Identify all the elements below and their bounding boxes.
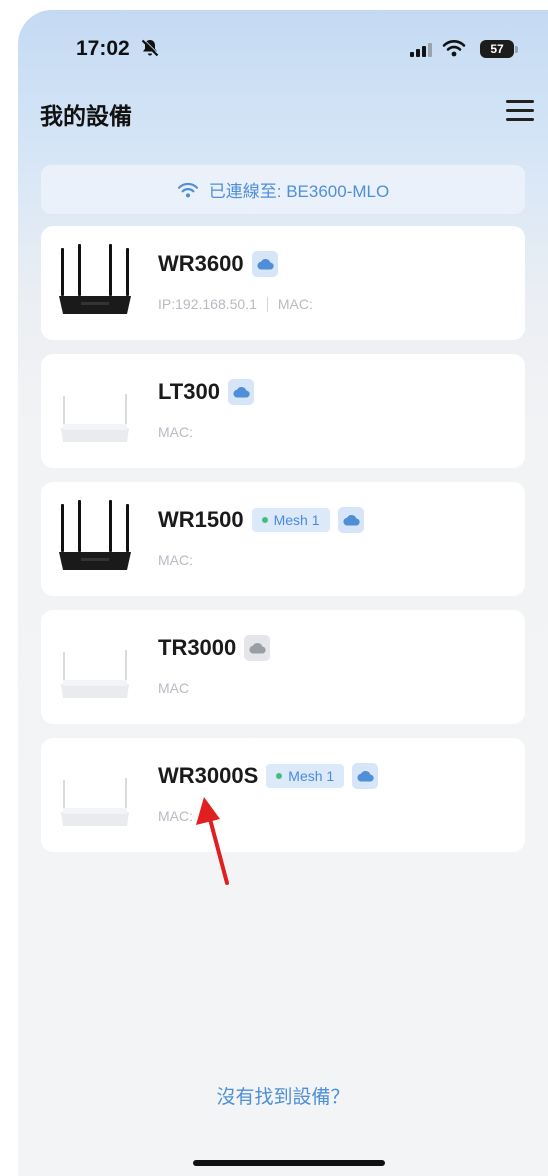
wifi-status-icon xyxy=(442,40,466,57)
mesh-status-dot xyxy=(276,773,283,779)
device-name-row: WR3600 xyxy=(158,251,278,277)
phone-screen: 17:02 57 我的設備 已連線至: BE3600-MLO WR3600 IP… xyxy=(18,10,548,1176)
router-image xyxy=(59,500,131,570)
divider xyxy=(266,296,268,312)
cloud-status-badge xyxy=(251,251,278,277)
mesh-label: Mesh 1 xyxy=(273,512,320,528)
cloud-status-badge xyxy=(337,507,364,533)
cloud-icon xyxy=(342,514,360,526)
device-name: LT300 xyxy=(158,379,220,404)
connection-banner: 已連線至: BE3600-MLO xyxy=(41,165,525,214)
device-info: MAC: xyxy=(158,808,193,824)
router-image xyxy=(61,394,129,442)
device-mac: MAC xyxy=(158,680,190,696)
device-name-row: WR3000S Mesh 1 xyxy=(158,763,379,789)
device-mac: MAC: xyxy=(158,808,193,824)
cloud-status-badge xyxy=(227,379,254,405)
device-name: WR1500 xyxy=(158,507,244,532)
device-name: TR3000 xyxy=(158,635,237,660)
device-mac: MAC: xyxy=(158,552,193,568)
device-card[interactable]: WR3000S Mesh 1 MAC: xyxy=(41,738,525,852)
device-info: MAC xyxy=(158,680,189,696)
router-image xyxy=(61,778,129,826)
device-image xyxy=(55,244,135,322)
device-image xyxy=(55,500,135,578)
router-image xyxy=(59,244,131,314)
cloud-status-badge xyxy=(244,635,271,661)
router-image xyxy=(61,650,129,698)
device-name: WR3600 xyxy=(158,251,244,276)
battery-tip xyxy=(515,46,518,53)
annotation-arrow xyxy=(196,797,229,885)
device-name: WR3000S xyxy=(158,763,259,788)
cloud-icon xyxy=(249,642,266,654)
device-image xyxy=(55,756,135,834)
menu-button[interactable] xyxy=(506,100,534,122)
device-card[interactable]: TR3000 MAC xyxy=(41,610,525,724)
device-ip: IP:192.168.50.1 xyxy=(158,296,257,312)
device-image xyxy=(55,372,135,450)
cellular-signal-icon xyxy=(410,43,432,57)
device-info: MAC: xyxy=(158,424,193,440)
device-card[interactable]: LT300 MAC: xyxy=(41,354,525,468)
device-mac: MAC: xyxy=(158,424,193,440)
battery-indicator: 57 xyxy=(480,40,514,58)
cloud-icon xyxy=(357,770,374,782)
wifi-icon xyxy=(177,182,198,197)
device-name-row: TR3000 xyxy=(158,635,271,661)
device-name-row: WR1500 Mesh 1 xyxy=(158,507,364,533)
bell-off-icon xyxy=(141,38,160,57)
device-info: IP:192.168.50.1 MAC: xyxy=(158,296,313,312)
mesh-label: Mesh 1 xyxy=(288,768,335,784)
connection-text: 已連線至: BE3600-MLO xyxy=(208,182,390,201)
device-info: MAC: xyxy=(158,552,193,568)
cloud-icon xyxy=(257,258,274,270)
device-card[interactable]: WR1500 Mesh 1 MAC: xyxy=(41,482,525,596)
status-time: 17:02 xyxy=(76,37,130,60)
home-indicator xyxy=(193,1160,385,1166)
page-title: 我的設備 xyxy=(40,103,132,129)
mesh-status-dot xyxy=(261,517,268,523)
mesh-badge: Mesh 1 xyxy=(266,764,345,788)
device-image xyxy=(55,628,135,706)
no-device-found-link[interactable]: 沒有找到設備？ xyxy=(18,1082,548,1109)
device-card[interactable]: WR3600 IP:192.168.50.1 MAC: xyxy=(41,226,525,340)
cloud-status-badge xyxy=(352,763,379,789)
device-mac: MAC: xyxy=(277,296,313,312)
device-name-row: LT300 xyxy=(158,379,254,405)
mesh-badge: Mesh 1 xyxy=(251,508,330,532)
cloud-icon xyxy=(233,386,250,398)
